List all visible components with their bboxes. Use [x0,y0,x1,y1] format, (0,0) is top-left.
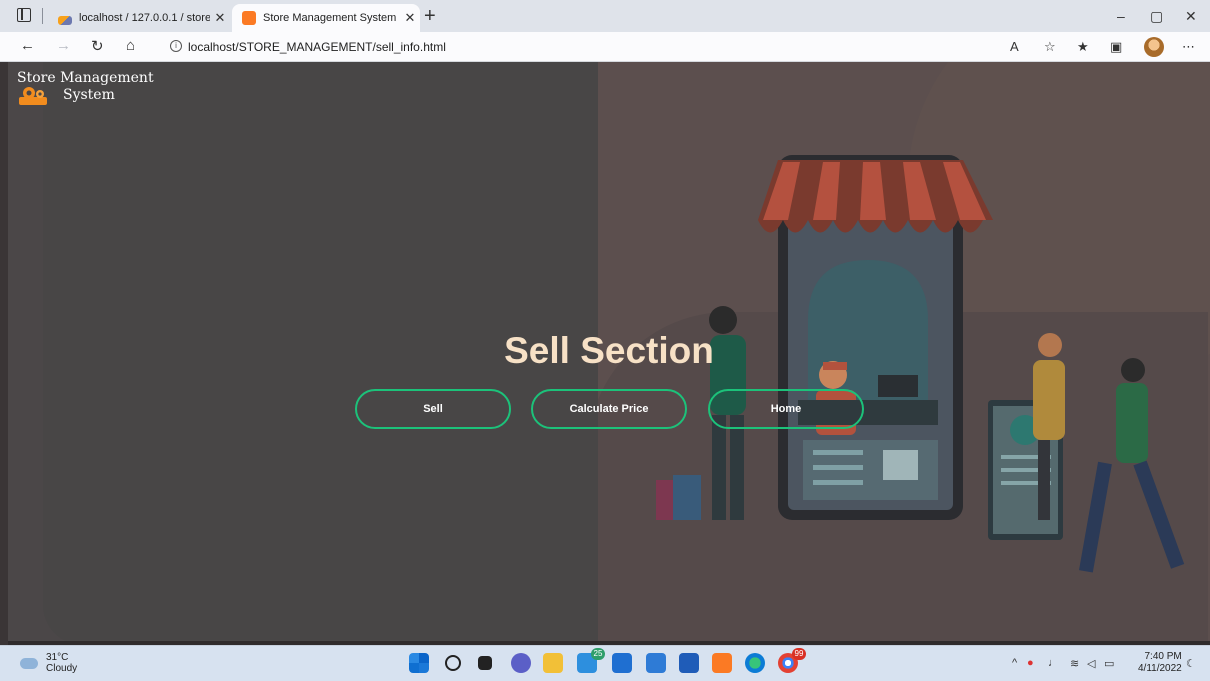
minimize-button[interactable]: – [1117,8,1125,24]
close-window-button[interactable]: ✕ [1185,8,1197,25]
microphone-icon[interactable]: ♩ [1048,657,1059,669]
tab-separator [42,8,43,24]
home-button[interactable]: Home [708,389,864,429]
windows-taskbar: 31°C Cloudy 25 99 ^ ● ♩ ≋ ◁ ▭ 7:40 PM 4/… [0,645,1210,681]
favorites-icon[interactable]: ★ [1077,39,1089,55]
tab-title: localhost / 127.0.0.1 / store_man [79,12,210,24]
read-aloud-icon[interactable]: A [1010,39,1019,54]
collections-icon[interactable]: ▣ [1110,39,1122,55]
refresh-icon[interactable]: ↻ [91,37,104,55]
weather-condition: Cloudy [46,663,78,674]
store-illustration [656,155,1185,573]
xampp-favicon-icon [242,11,256,25]
notifications-icon[interactable]: ☾ [1186,657,1196,670]
close-tab-icon[interactable]: ✕ [210,10,230,26]
notification-badge: 25 [591,648,605,660]
tab-actions-icon[interactable] [17,8,31,22]
forward-arrow-icon[interactable]: → [56,37,71,54]
calendar-icon[interactable] [612,653,632,673]
task-view-icon[interactable] [478,656,492,670]
search-icon[interactable] [445,655,461,671]
xampp-icon[interactable] [712,653,732,673]
add-favorite-icon[interactable]: ☆ [1044,39,1056,55]
battery-icon[interactable]: ▭ [1104,657,1114,670]
notification-badge: 99 [792,648,806,660]
settings-more-icon[interactable]: ⋯ [1182,39,1195,55]
edge-browser-icon[interactable] [745,653,765,673]
home-icon[interactable]: ⌂ [126,37,135,54]
clock-date: 4/11/2022 [1138,663,1182,674]
security-tray-icon[interactable]: ● [1027,657,1034,669]
close-tab-icon[interactable]: ✕ [400,10,420,26]
maximize-button[interactable]: ▢ [1150,8,1163,25]
profile-avatar[interactable] [1144,37,1164,57]
page-title: Sell Section [504,330,714,371]
clock-time: 7:40 PM [1144,651,1182,662]
tab-title: Store Management System [263,12,397,24]
store-gear-logo-icon [19,87,47,105]
sell-button[interactable]: Sell [355,389,511,429]
browser-toolbar: ← → ↻ ⌂ i localhost/STORE_MANAGEMENT/sel… [0,32,1210,62]
system-clock[interactable]: 7:40 PM 4/11/2022 [1138,651,1182,675]
back-arrow-icon[interactable]: ← [20,37,35,54]
chevron-up-icon[interactable]: ^ [1012,657,1017,669]
volume-icon[interactable]: ◁ [1087,657,1095,670]
vscode-icon[interactable] [646,653,666,673]
cloud-icon [20,657,38,669]
calculate-price-button[interactable]: Calculate Price [531,389,687,429]
wifi-icon[interactable]: ≋ [1070,657,1079,670]
word-icon[interactable] [679,653,699,673]
address-bar[interactable]: localhost/STORE_MANAGEMENT/sell_info.htm… [188,40,446,54]
page-content: Store Management System Sell Section Sel… [8,62,1210,645]
browser-tab-strip: localhost / 127.0.0.1 / store_man ✕ Stor… [0,0,1210,32]
weather-temperature: 31°C [46,652,69,663]
site-info-icon[interactable]: i [170,40,182,52]
file-explorer-icon[interactable] [543,653,563,673]
tab-store-management[interactable]: Store Management System ✕ [232,4,420,32]
new-tab-button[interactable]: + [424,5,436,28]
page-left-frame [0,62,8,645]
start-windows-icon[interactable] [409,653,429,673]
phpmyadmin-favicon-icon [58,15,72,25]
weather-widget[interactable]: 31°C Cloudy [20,652,77,674]
tab-phpmyadmin[interactable]: localhost / 127.0.0.1 / store_man ✕ [48,4,230,32]
chat-icon[interactable] [511,653,531,673]
